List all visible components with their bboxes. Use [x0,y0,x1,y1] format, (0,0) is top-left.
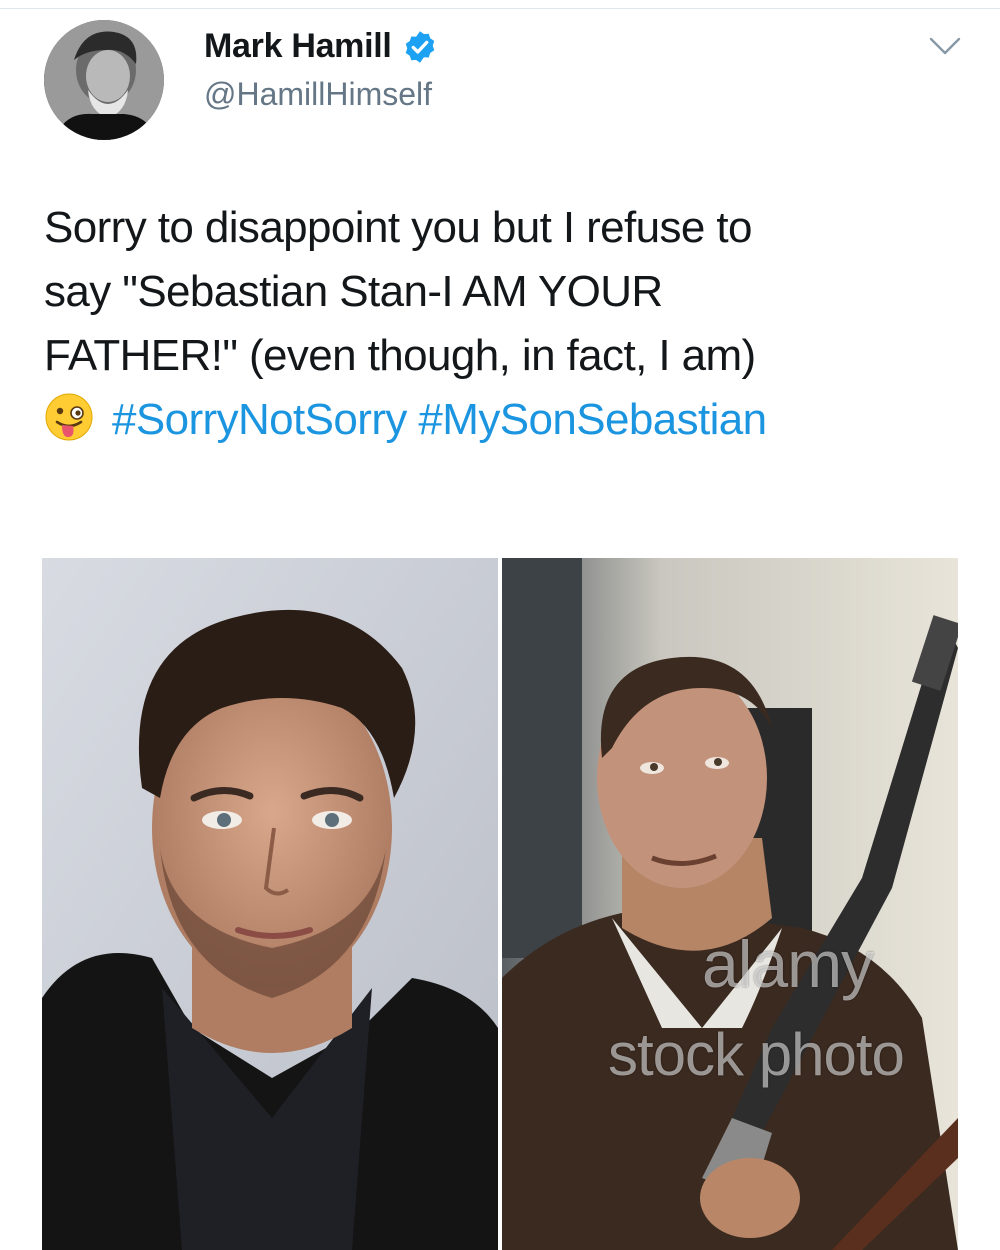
verified-badge-icon [405,30,434,63]
handle[interactable]: @HamillHimself [204,76,432,113]
avatar[interactable] [44,20,164,140]
display-name-text[interactable]: Mark Hamill [204,27,392,66]
tweet-media[interactable]: alamy stock photo [42,558,958,1250]
watermark-brand: alamy [702,927,874,1001]
display-name[interactable]: Mark Hamill [204,27,438,66]
chevron-down-icon[interactable] [928,34,962,58]
watermark-subtitle: stock photo [608,1021,905,1088]
film-still-photo-icon [502,558,958,1250]
winking-face-with-tongue-icon [45,393,93,441]
top-divider [0,8,1000,9]
tweet-text-line: say "Sebastian Stan-I AM YOUR [44,267,663,316]
portrait-photo-icon [42,558,498,1250]
media-photo-right[interactable]: alamy stock photo [502,558,958,1250]
tweet-text-line: FATHER!" (even though, in fact, I am) [44,331,756,380]
hashtag-mysonsebastian[interactable]: #MySonSebastian [418,395,767,444]
media-photo-left[interactable] [42,558,498,1250]
hashtag-line: #SorryNotSorry #MySonSebastian [44,388,974,452]
hashtag-sorrynotsorry[interactable]: #SorryNotSorry [112,395,407,444]
avatar-portrait-icon [44,20,164,140]
tweet-text: Sorry to disappoint you but I refuse to … [44,196,974,452]
tweet-text-line: Sorry to disappoint you but I refuse to [44,203,753,252]
